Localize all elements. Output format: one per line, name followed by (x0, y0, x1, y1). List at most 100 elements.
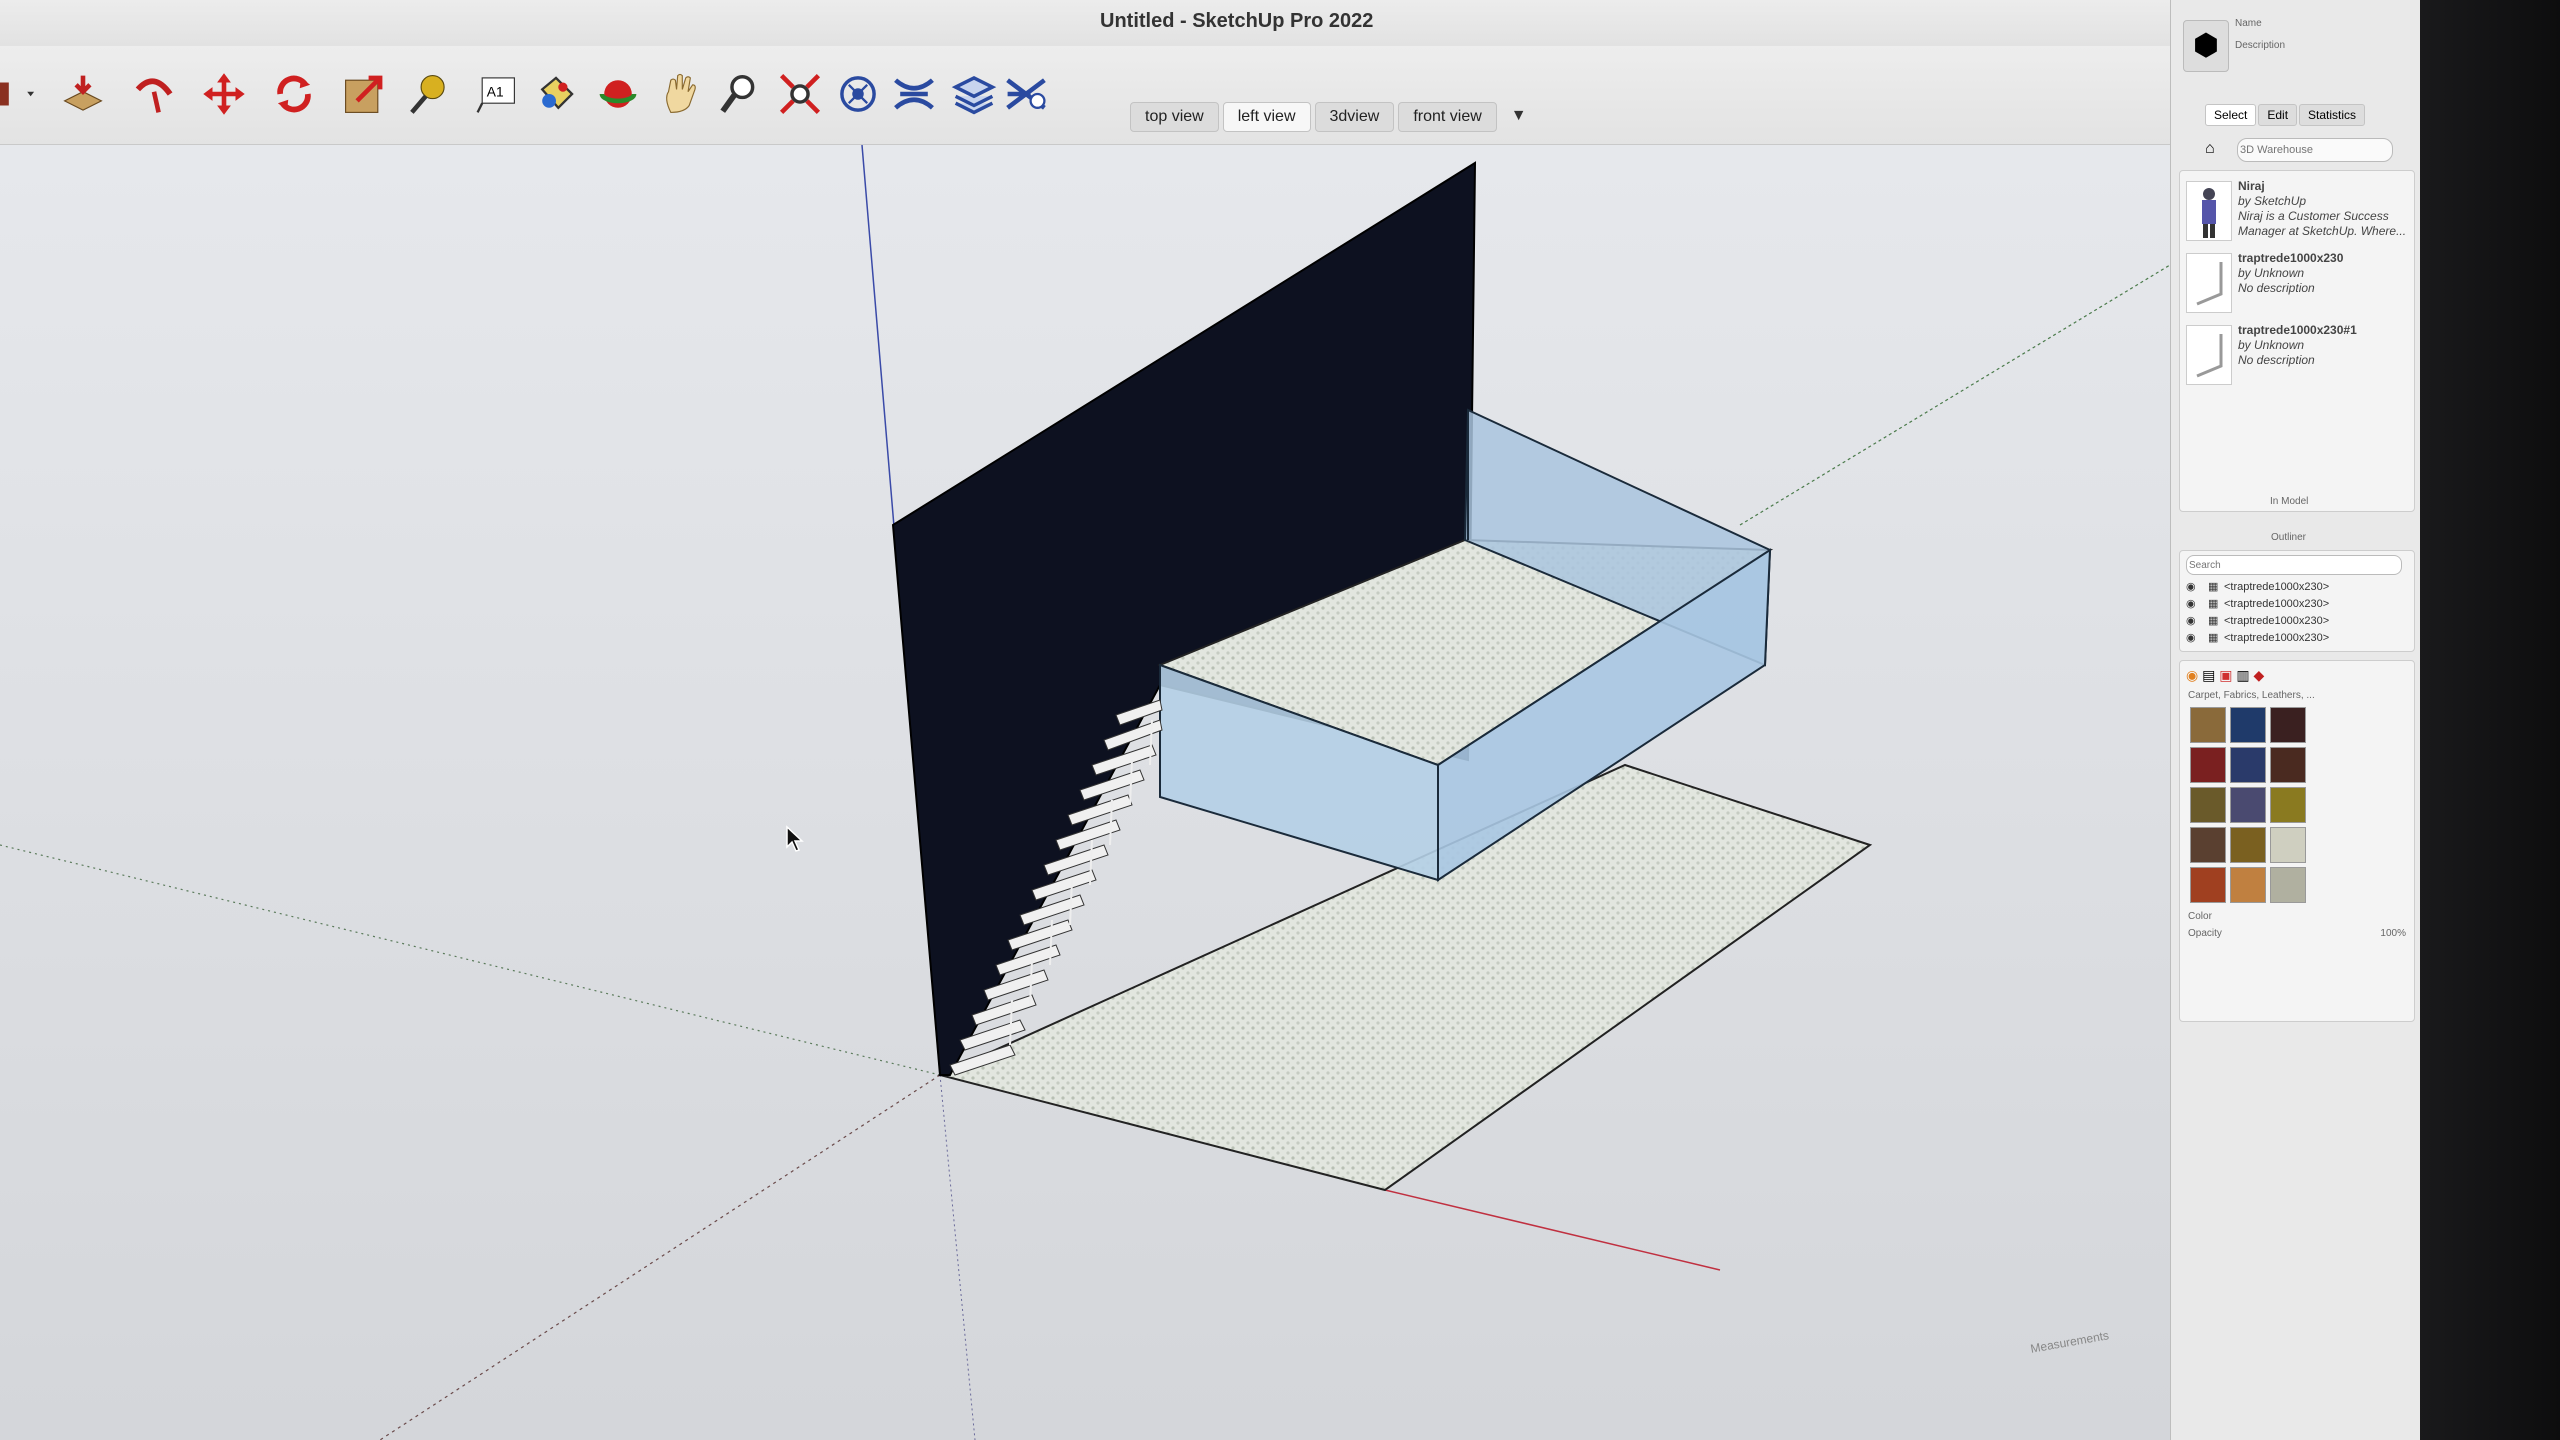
tab-edit[interactable]: Edit (2258, 104, 2298, 126)
scale-tool[interactable] (336, 66, 392, 122)
select-tool-dropdown[interactable] (0, 66, 46, 122)
tab-3dview[interactable]: 3dview (1314, 102, 1395, 132)
material-swatch[interactable] (2190, 747, 2226, 783)
zoom-extents-tool[interactable] (772, 66, 828, 122)
outliner-search-input[interactable] (2186, 555, 2402, 575)
push-pull-tool[interactable] (55, 66, 111, 122)
color-wheel-icon[interactable]: ◉ (2186, 667, 2198, 683)
crayon-box-icon[interactable]: ◆ (2253, 667, 2264, 683)
component-description: No description (2238, 281, 2315, 295)
component-thumbnail (2186, 253, 2232, 313)
model-viewport[interactable]: Measurements (0, 145, 2170, 1440)
eye-icon: ◉ (2186, 632, 2196, 644)
component-name: traptrede1000x230 (2238, 251, 2344, 265)
orbit-icon (599, 80, 637, 108)
pan-tool[interactable] (652, 66, 708, 122)
scene-tabs: top view left view 3dview front view ▼ (1130, 102, 1537, 132)
zoom-tool[interactable] (712, 66, 768, 122)
component-description: Niraj is a Customer Success Manager at S… (2238, 209, 2407, 238)
orbit-tool[interactable] (590, 66, 646, 122)
material-swatch[interactable] (2190, 827, 2226, 863)
outliner-row[interactable]: ◉ ▦ <traptrede1000x230> (2180, 596, 2414, 613)
component-item[interactable]: traptrede1000x230#1 by Unknown No descript… (2186, 321, 2408, 387)
color-label: Color (2188, 911, 2212, 922)
svg-text:A1: A1 (487, 84, 504, 99)
component-grid-icon: ▦ (2208, 615, 2219, 627)
home-icon[interactable]: ⌂ (2205, 140, 2215, 158)
in-model-label: In Model (2270, 496, 2309, 507)
material-swatch[interactable] (2270, 867, 2306, 903)
opacity-value: 100% (2380, 928, 2406, 939)
material-swatch[interactable] (2190, 867, 2226, 903)
outliner-row[interactable]: ◉ ▦ <traptrede1000x230> (2180, 579, 2414, 596)
red-axis (1384, 1189, 1721, 1271)
follow-me-icon (135, 78, 173, 113)
component-item[interactable]: traptrede1000x230 by Unknown No descriptio… (2186, 249, 2408, 315)
component-thumbnail (2186, 325, 2232, 385)
tab-select[interactable]: Select (2205, 104, 2257, 126)
push-pull-icon (63, 75, 103, 111)
component-author: by Unknown (2238, 266, 2305, 280)
geo-location-tool[interactable] (830, 66, 886, 122)
material-swatch[interactable] (2270, 787, 2306, 823)
material-swatch[interactable] (2270, 747, 2306, 783)
material-swatch[interactable] (2230, 787, 2266, 823)
scale-icon (345, 75, 383, 113)
component-author: by Unknown (2238, 338, 2305, 352)
blue-axis-hidden (939, 1074, 976, 1440)
color-list-icon[interactable]: ▥ (2236, 667, 2249, 683)
eye-icon: ◉ (2186, 615, 2196, 627)
select-icon (0, 82, 35, 106)
green-axis-hidden (0, 844, 941, 1076)
move-icon (203, 73, 245, 115)
component-item[interactable]: Niraj by SketchUp Niraj is a Customer Succ… (2186, 177, 2408, 243)
move-tool[interactable] (196, 66, 252, 122)
material-tools: ◉ ▤ ▣ ▥ ◆ (2186, 667, 2408, 684)
title-bar: Untitled - SketchUp Pro 2022 (0, 0, 2170, 47)
material-swatch[interactable] (2190, 707, 2226, 743)
material-swatch[interactable] (2270, 827, 2306, 863)
mouse-cursor-icon (786, 825, 804, 852)
tab-front-view[interactable]: front view (1398, 102, 1497, 132)
large-tool-set: A1 top view left view 3dview front view … (0, 46, 2170, 145)
outliner-row[interactable]: ◉ ▦ <traptrede1000x230> (2180, 613, 2414, 630)
layers-tool[interactable] (946, 66, 1002, 122)
tab-top-view[interactable]: top view (1130, 102, 1219, 132)
extension-icon (1006, 78, 1046, 110)
components-tabs: Select Edit Statistics (2205, 104, 2366, 126)
material-swatch[interactable] (2190, 787, 2226, 823)
color-slider-icon[interactable]: ▤ (2202, 667, 2215, 683)
tape-measure-icon (410, 75, 445, 114)
outliner-row[interactable]: ◉ ▦ <traptrede1000x230> (2180, 630, 2414, 647)
component-grid-icon: ▦ (2208, 632, 2219, 644)
eye-icon: ◉ (2186, 598, 2196, 610)
material-swatch[interactable] (2230, 867, 2266, 903)
material-library-select[interactable]: Carpet, Fabrics, Leathers, ... (2188, 690, 2406, 701)
warehouse-search-input[interactable] (2237, 138, 2393, 162)
image-wheel-icon[interactable]: ▣ (2219, 667, 2232, 683)
extension-tool[interactable] (998, 66, 1054, 122)
material-swatch[interactable] (2270, 707, 2306, 743)
text-tool[interactable]: A1 (468, 66, 524, 122)
follow-me-tool[interactable] (126, 66, 182, 122)
paint-bucket-tool[interactable] (528, 66, 584, 122)
text-icon: A1 (476, 77, 515, 113)
rotate-icon (277, 75, 311, 113)
outliner-title: Outliner (2271, 532, 2307, 543)
model-scene[interactable] (0, 145, 2170, 1440)
layers-icon (951, 75, 997, 115)
tape-measure-tool[interactable] (400, 66, 456, 122)
sandbox-icon (894, 78, 934, 110)
component-name: Niraj (2238, 179, 2265, 193)
entity-description-label: Description (2235, 40, 2286, 51)
component-grid-icon: ▦ (2208, 598, 2219, 610)
material-swatch[interactable] (2230, 707, 2266, 743)
rotate-tool[interactable] (266, 66, 322, 122)
sandbox-tool[interactable] (886, 66, 942, 122)
scene-menu-dropdown[interactable]: ▼ (1501, 102, 1537, 132)
material-swatch[interactable] (2230, 747, 2266, 783)
materials-panel: ◉ ▤ ▣ ▥ ◆ Carpet, Fabrics, Leathers, ...… (2179, 660, 2415, 1022)
tab-left-view[interactable]: left view (1222, 102, 1311, 132)
tab-statistics[interactable]: Statistics (2299, 104, 2366, 126)
material-swatch[interactable] (2230, 827, 2266, 863)
